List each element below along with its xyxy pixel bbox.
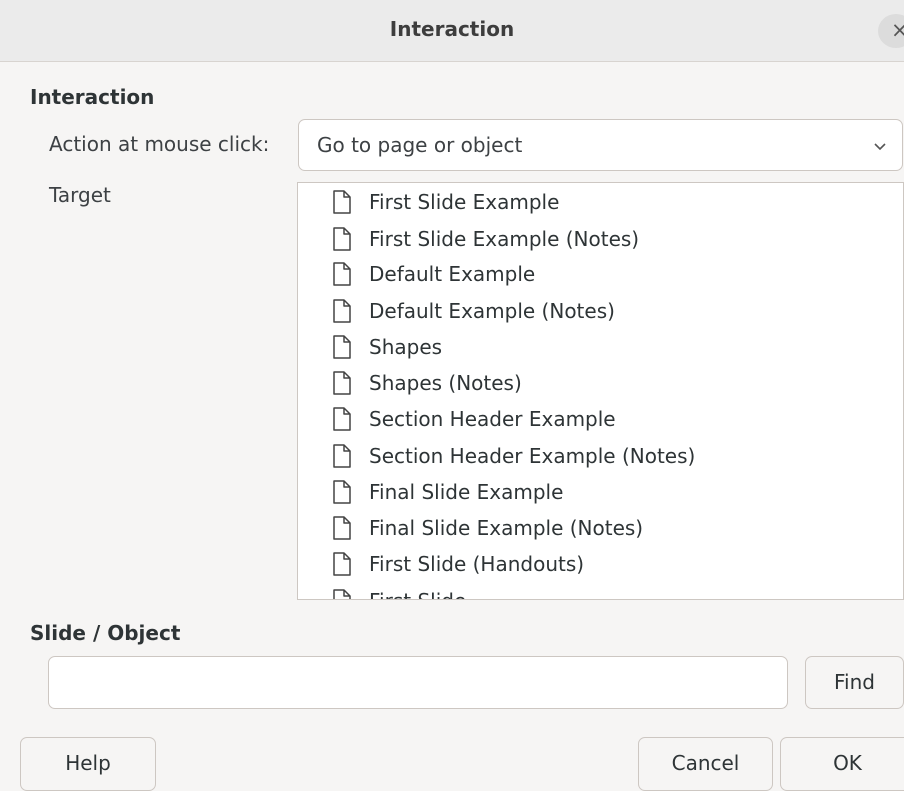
list-item[interactable]: Shapes (Notes) <box>298 365 903 401</box>
list-item-label: Default Example (Notes) <box>369 299 615 323</box>
ok-button-label: OK <box>833 751 862 775</box>
chevron-down-icon <box>874 143 886 151</box>
list-item-label: First Slide Example (Notes) <box>369 227 640 251</box>
target-list[interactable]: First Slide Example First Slide Example … <box>297 182 904 600</box>
document-icon <box>333 516 351 540</box>
list-item[interactable]: Final Slide Example (Notes) <box>298 510 903 546</box>
find-button[interactable]: Find <box>805 656 904 709</box>
document-icon <box>333 262 351 286</box>
document-icon <box>333 589 351 599</box>
list-item[interactable]: Section Header Example <box>298 401 903 437</box>
list-item[interactable]: Default Example <box>298 256 903 292</box>
action-dropdown[interactable]: Go to page or object <box>298 119 903 171</box>
list-item-label: Shapes <box>369 335 443 359</box>
document-icon <box>333 444 351 468</box>
list-item-label: Default Example <box>369 262 536 286</box>
list-item-label: Section Header Example <box>369 407 616 431</box>
list-item-label: Final Slide Example (Notes) <box>369 516 644 540</box>
list-item[interactable]: First Slide Example <box>298 184 903 220</box>
document-icon <box>333 227 351 251</box>
list-item-label: Shapes (Notes) <box>369 371 522 395</box>
close-icon: × <box>891 18 904 42</box>
target-label: Target <box>49 183 111 207</box>
dialog-title: Interaction <box>389 17 515 41</box>
cancel-button-label: Cancel <box>671 751 740 775</box>
help-button[interactable]: Help <box>20 737 156 791</box>
slide-object-input[interactable] <box>48 656 788 709</box>
find-button-label: Find <box>834 670 875 694</box>
list-item[interactable]: Section Header Example (Notes) <box>298 438 903 474</box>
document-icon <box>333 299 351 323</box>
help-button-label: Help <box>65 751 111 775</box>
action-label: Action at mouse click: <box>49 132 270 156</box>
list-item[interactable]: First Slide <box>298 583 903 599</box>
list-item[interactable]: First Slide Example (Notes) <box>298 221 903 257</box>
document-icon <box>333 407 351 431</box>
ok-button[interactable]: OK <box>780 737 904 791</box>
list-item-label: First Slide Example <box>369 190 560 214</box>
document-icon <box>333 552 351 576</box>
list-item-label: First Slide (Handouts) <box>369 552 585 576</box>
dialog-titlebar: Interaction × <box>0 0 904 62</box>
cancel-button[interactable]: Cancel <box>638 737 773 791</box>
interaction-section-title: Interaction <box>30 85 155 109</box>
list-item-label: Final Slide Example <box>369 480 564 504</box>
list-item[interactable]: Shapes <box>298 329 903 365</box>
list-item-label: Section Header Example (Notes) <box>369 444 696 468</box>
document-icon <box>333 335 351 359</box>
list-item-label: First Slide <box>369 589 466 599</box>
slide-object-section-title: Slide / Object <box>30 621 181 645</box>
document-icon <box>333 371 351 395</box>
list-item[interactable]: Default Example (Notes) <box>298 293 903 329</box>
document-icon <box>333 190 351 214</box>
close-button[interactable]: × <box>878 14 904 48</box>
list-item[interactable]: First Slide (Handouts) <box>298 546 903 582</box>
document-icon <box>333 480 351 504</box>
list-item[interactable]: Final Slide Example <box>298 474 903 510</box>
action-dropdown-value: Go to page or object <box>317 133 523 157</box>
